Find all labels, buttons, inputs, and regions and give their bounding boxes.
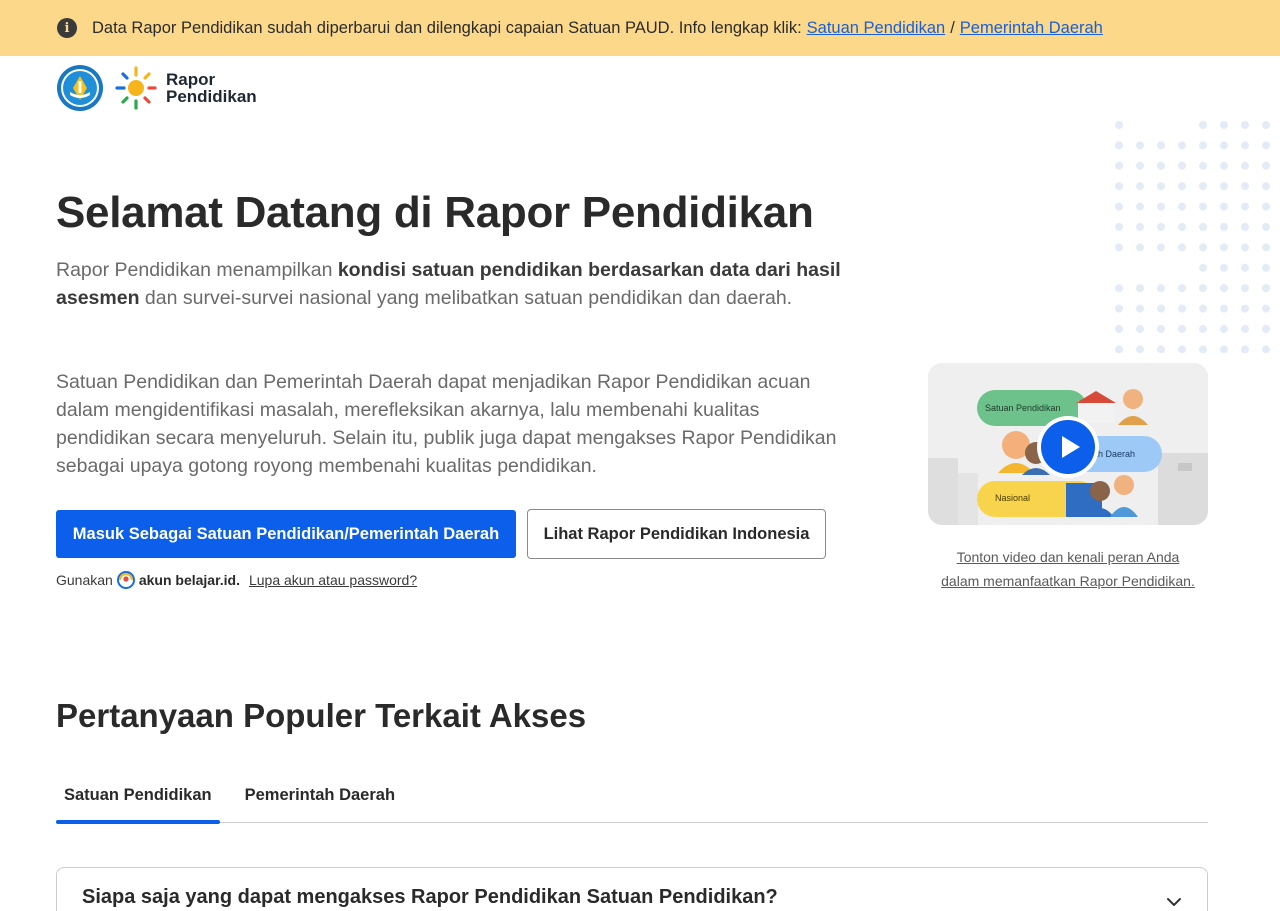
dot-pattern-decoration xyxy=(1108,113,1280,353)
play-icon[interactable] xyxy=(1036,415,1100,479)
forgot-account-link[interactable]: Lupa akun atau password? xyxy=(249,572,417,588)
video-caption[interactable]: Tonton video dan kenali peran Anda dalam… xyxy=(928,545,1208,593)
video-caption-link-line1[interactable]: Tonton video dan kenali peran Anda xyxy=(957,549,1180,565)
faq-question: Siapa saja yang dapat mengakses Rapor Pe… xyxy=(82,886,778,908)
kemdikbud-logo-icon xyxy=(57,65,103,111)
tab-pemerintah-daerah[interactable]: Pemerintah Daerah xyxy=(237,775,403,823)
page-title: Selamat Datang di Rapor Pendidikan xyxy=(56,188,814,237)
chevron-down-icon xyxy=(1167,898,1181,906)
video-label-nasional: Nasional xyxy=(995,493,1031,503)
faq-tabs: Satuan Pendidikan Pemerintah Daerah xyxy=(56,775,1208,824)
info-icon: i xyxy=(57,18,77,38)
header-logos[interactable]: Rapor Pendidikan xyxy=(56,64,257,112)
rapor-pendidikan-logo: Rapor Pendidikan xyxy=(112,64,257,112)
belajar-id-icon xyxy=(116,571,135,589)
logo-wordmark: Rapor Pendidikan xyxy=(166,70,257,106)
faq-title: Pertanyaan Populer Terkait Akses xyxy=(56,697,587,734)
faq-accordion-item[interactable]: Siapa saja yang dapat mengakses Rapor Pe… xyxy=(56,867,1208,911)
sun-logo-icon xyxy=(115,66,157,110)
banner-link-satuan-pendidikan[interactable]: Satuan Pendidikan xyxy=(807,19,946,38)
video-caption-link-line2[interactable]: dalam memanfaatkan Rapor Pendidikan. xyxy=(941,573,1195,589)
account-hint: Gunakan akun belajar.id. Lupa akun atau … xyxy=(56,571,418,589)
video-thumbnail[interactable]: Satuan Pendidikan Pemerintah Daerah Nasi… xyxy=(928,363,1208,525)
announcement-banner: i Data Rapor Pendidikan sudah diperbarui… xyxy=(0,0,1280,56)
hero-description-paragraph: Satuan Pendidikan dan Pemerintah Daerah … xyxy=(56,371,837,477)
account-name: akun belajar.id. xyxy=(138,572,240,588)
tab-satuan-pendidikan[interactable]: Satuan Pendidikan xyxy=(56,775,220,824)
video-label-satuan-pendidikan: Satuan Pendidikan xyxy=(985,403,1061,413)
banner-text: Data Rapor Pendidikan sudah diperbarui d… xyxy=(92,18,802,37)
login-button[interactable]: Masuk Sebagai Satuan Pendidikan/Pemerint… xyxy=(56,510,516,558)
hero-intro-paragraph: Rapor Pendidikan menampilkan kondisi sat… xyxy=(56,259,841,309)
banner-separator: / xyxy=(950,18,955,37)
banner-link-pemerintah-daerah[interactable]: Pemerintah Daerah xyxy=(960,19,1103,38)
view-national-report-button[interactable]: Lihat Rapor Pendidikan Indonesia xyxy=(527,509,826,559)
